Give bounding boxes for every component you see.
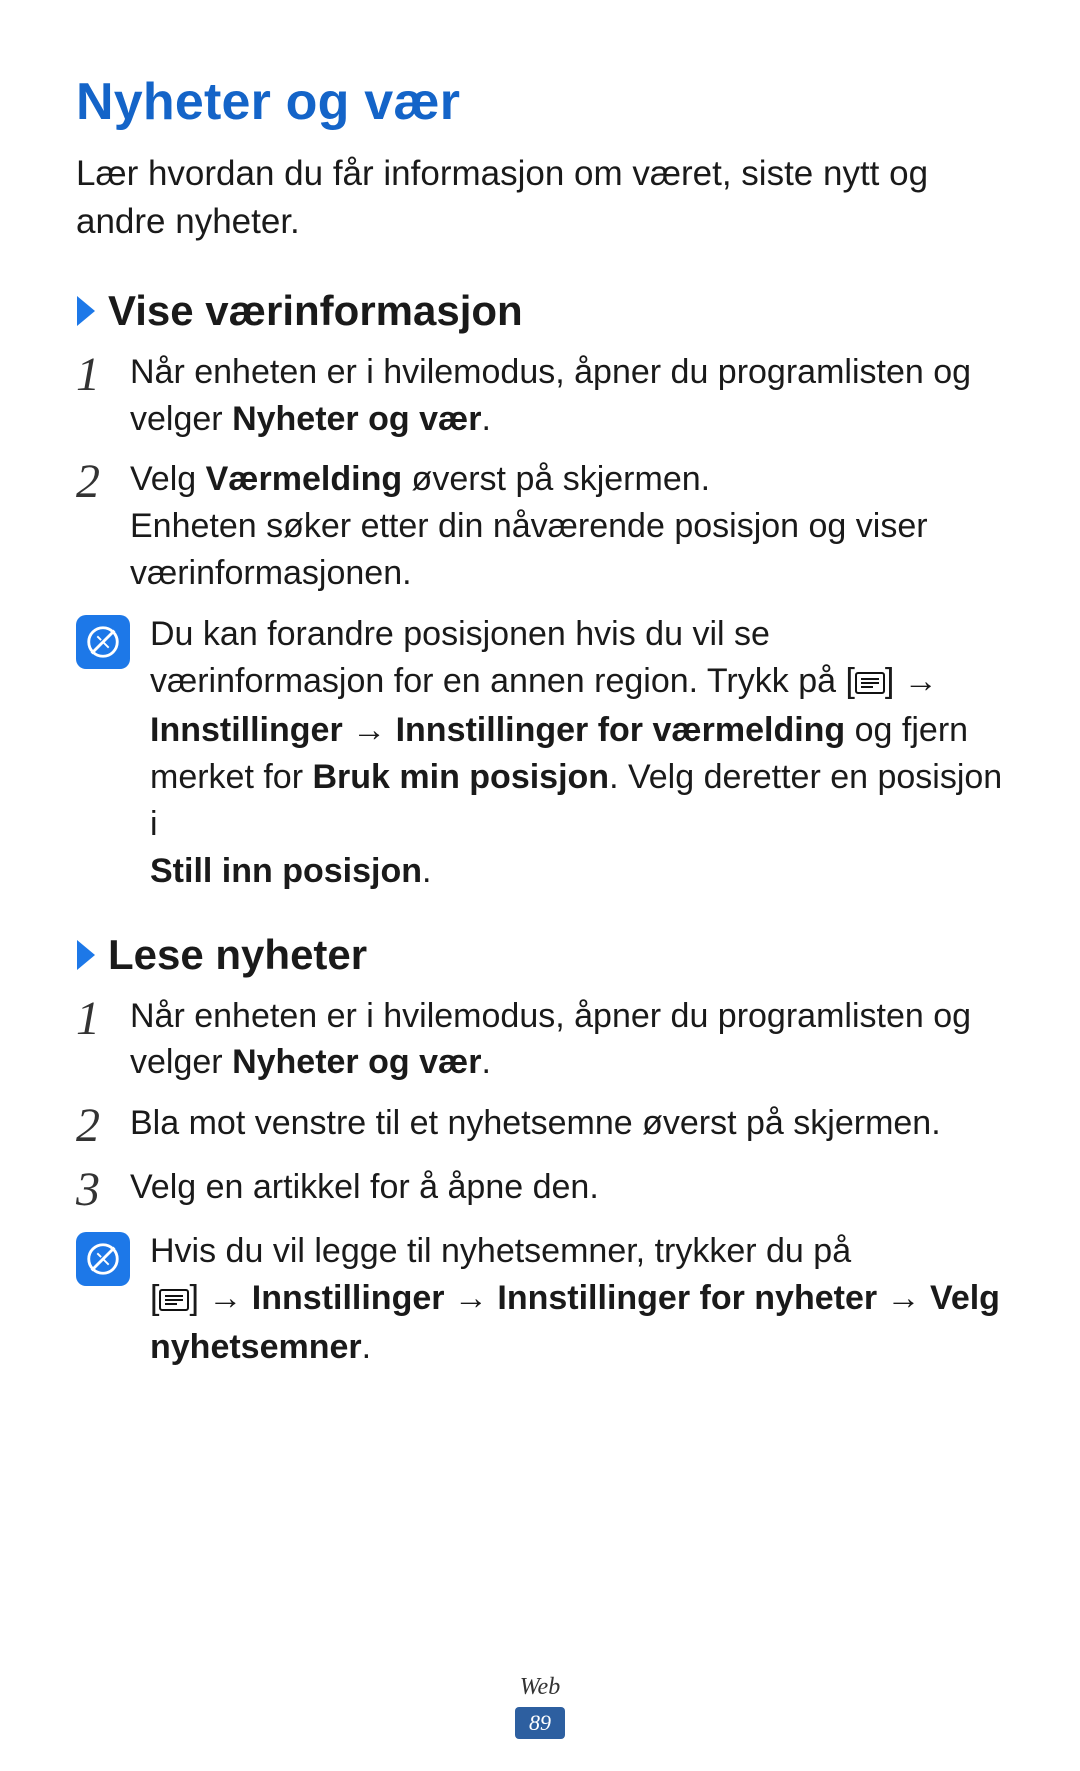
step-body: Velg Værmelding øverst på skjermen. Enhe…: [130, 456, 1004, 597]
step-body: Når enheten er i hvilemodus, åpner du pr…: [130, 993, 1004, 1087]
page-title: Nyheter og vær: [76, 72, 1004, 132]
chevron-right-icon: [76, 296, 98, 326]
step-number: 1: [76, 993, 130, 1043]
intro-text: Lær hvordan du får informasjon om været,…: [76, 150, 1004, 247]
step-1: 1 Når enheten er i hvilemodus, åpner du …: [76, 993, 1004, 1087]
note-box: Hvis du vil legge til nyhetsemner, trykk…: [76, 1228, 1004, 1371]
page-footer: Web 89: [0, 1674, 1080, 1739]
note-body: Hvis du vil legge til nyhetsemner, trykk…: [136, 1228, 1004, 1371]
section-heading-label: Vise værinformasjon: [108, 287, 523, 335]
section-heading-weather: Vise værinformasjon: [76, 287, 1004, 335]
step-2: 2 Bla mot venstre til et nyhetsemne øver…: [76, 1100, 1004, 1150]
note-icon: [76, 1232, 130, 1286]
step-number: 2: [76, 1100, 130, 1150]
manual-page: Nyheter og vær Lær hvordan du får inform…: [0, 0, 1080, 1771]
note-body: Du kan forandre posisjonen hvis du vil s…: [136, 611, 1004, 894]
step-body: Bla mot venstre til et nyhetsemne øverst…: [130, 1100, 941, 1147]
step-number: 3: [76, 1164, 130, 1214]
step-number: 1: [76, 349, 130, 399]
step-body: Velg en artikkel for å åpne den.: [130, 1164, 599, 1211]
footer-page-number: 89: [515, 1707, 565, 1739]
chevron-right-icon: [76, 940, 98, 970]
note-icon: [76, 615, 130, 669]
note-box: Du kan forandre posisjonen hvis du vil s…: [76, 611, 1004, 894]
step-3: 3 Velg en artikkel for å åpne den.: [76, 1164, 1004, 1214]
menu-icon: [855, 660, 885, 707]
step-body: Når enheten er i hvilemodus, åpner du pr…: [130, 349, 1004, 443]
section-heading-news: Lese nyheter: [76, 931, 1004, 979]
menu-icon: [159, 1277, 189, 1324]
step-1: 1 Når enheten er i hvilemodus, åpner du …: [76, 349, 1004, 443]
section-heading-label: Lese nyheter: [108, 931, 367, 979]
step-2: 2 Velg Værmelding øverst på skjermen. En…: [76, 456, 1004, 597]
step-number: 2: [76, 456, 130, 506]
footer-category: Web: [0, 1674, 1080, 1701]
